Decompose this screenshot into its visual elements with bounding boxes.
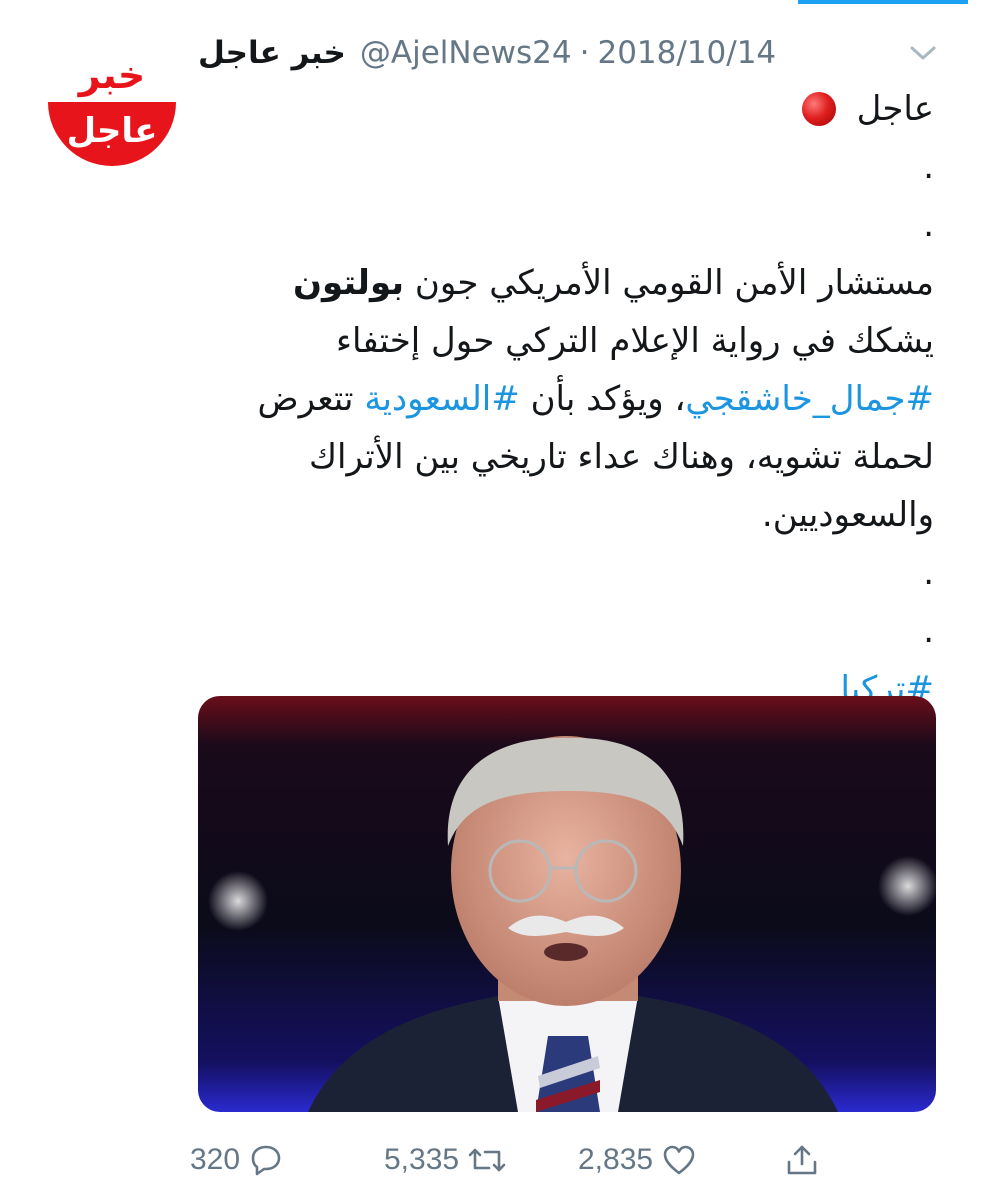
- chevron-down-icon[interactable]: [906, 40, 940, 66]
- tweet-actions: 320 5,335 2,835: [190, 1132, 930, 1188]
- breaking-label: عاجل: [856, 89, 934, 129]
- tweet-photo[interactable]: [198, 696, 936, 1112]
- tweet[interactable]: خبر عاجل خبر عاجل @AjelNews24 · 2018/10/…: [0, 0, 982, 1200]
- text-line: لحملة تشويه، وهناك عداء تاريخي بين الأتر…: [309, 437, 934, 477]
- display-name[interactable]: خبر عاجل: [198, 35, 346, 71]
- share-icon: [787, 1145, 817, 1175]
- avatar-logo: خبر عاجل: [48, 38, 176, 166]
- heart-icon: [663, 1145, 695, 1175]
- like-button[interactable]: 2,835: [578, 1132, 697, 1188]
- avatar-top-text: خبر: [77, 53, 146, 97]
- hashtag-link[interactable]: #جمال_خاشقجي: [685, 379, 934, 419]
- text-line: مستشار الأمن القومي الأمريكي جون بولتون: [214, 254, 934, 312]
- separator: ·: [579, 35, 590, 71]
- retweet-count: 5,335: [384, 1143, 460, 1176]
- dot-line: .: [923, 611, 934, 651]
- like-count: 2,835: [578, 1143, 654, 1176]
- dot-line: .: [923, 205, 934, 245]
- reply-button[interactable]: 320: [190, 1132, 284, 1188]
- timestamp[interactable]: 2018/10/14: [597, 35, 776, 71]
- red-circle-icon: [801, 92, 836, 126]
- tweet-header: خبر عاجل @AjelNews24 · 2018/10/14: [198, 28, 776, 78]
- dot-line: .: [923, 147, 934, 187]
- bold-name: بولتون: [292, 263, 405, 303]
- text-line: والسعوديين.: [761, 495, 934, 535]
- text-segment: ، ويؤكد بأن: [530, 379, 686, 419]
- text-line: عاجل: [214, 80, 934, 138]
- handle[interactable]: @AjelNews24: [360, 35, 572, 71]
- dot-line: .: [923, 553, 934, 593]
- text-segment: تتعرض: [257, 379, 354, 419]
- share-button[interactable]: [776, 1132, 820, 1188]
- retweet-button[interactable]: 5,335: [384, 1132, 507, 1188]
- tweet-text: عاجل . . مستشار الأمن القومي الأمريكي جو…: [214, 80, 935, 776]
- text-segment: مستشار الأمن القومي الأمريكي جون: [414, 263, 934, 303]
- reply-icon: [251, 1145, 281, 1176]
- hashtag-link[interactable]: #السعودية: [364, 379, 519, 419]
- text-line: #جمال_خاشقجي، ويؤكد بأن #السعودية تتعرض: [214, 370, 935, 428]
- avatar[interactable]: خبر عاجل: [40, 30, 185, 175]
- text-line: يشكك في رواية الإعلام التركي حول إختفاء: [335, 321, 934, 361]
- retweet-icon: [468, 1148, 506, 1172]
- reply-count: 320: [190, 1143, 241, 1176]
- photo-portrait: [208, 736, 936, 1112]
- avatar-bottom-text: عاجل: [67, 111, 158, 151]
